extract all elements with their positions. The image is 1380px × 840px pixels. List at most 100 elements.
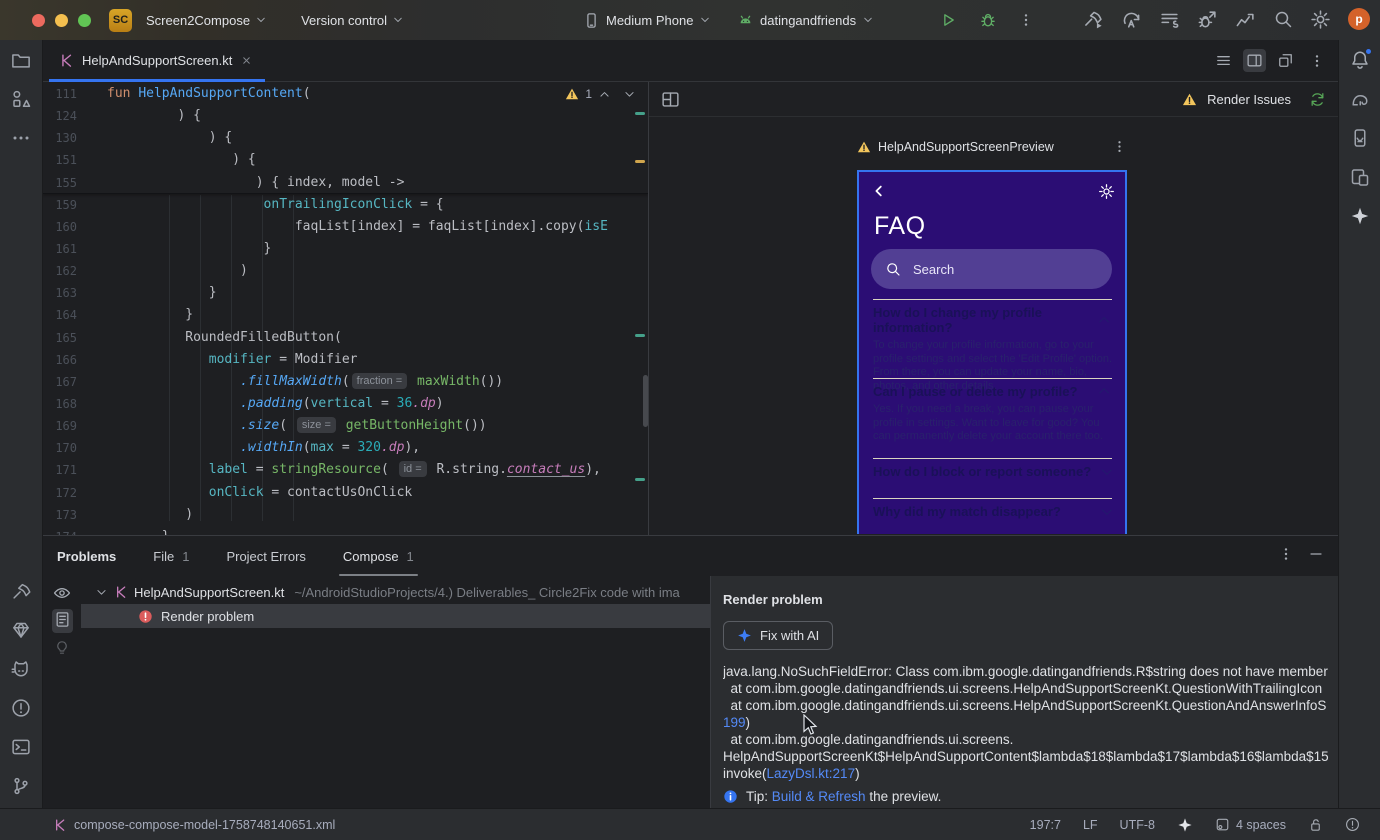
project-folder-icon[interactable]	[11, 50, 31, 70]
code-line[interactable]: 111 fun HelpAndSupportContent(	[43, 83, 648, 105]
inspections-status-icon[interactable]	[1345, 817, 1360, 832]
render-issues-label[interactable]: Render Issues	[1207, 92, 1291, 107]
code-editor[interactable]: 111 fun HelpAndSupportContent(124 ) {130 …	[43, 83, 648, 535]
code-line[interactable]: 162 )	[43, 260, 648, 282]
panel-options-icon[interactable]	[1278, 546, 1294, 562]
build-icon[interactable]	[11, 581, 31, 601]
render-problem-row[interactable]: Render problem	[81, 604, 710, 628]
device-selector[interactable]: Medium Phone	[583, 12, 711, 29]
code-line[interactable]: 130 ) {	[43, 127, 648, 149]
search-everywhere-icon[interactable]	[1273, 9, 1293, 29]
preview-layout-icon[interactable]	[661, 90, 680, 109]
terminal-icon[interactable]	[11, 737, 31, 757]
float-window-icon[interactable]	[1274, 49, 1297, 72]
ai-status-sparkle-icon[interactable]	[1177, 817, 1193, 833]
code-line[interactable]: 159 onTrailingIconClick = {	[43, 194, 648, 216]
code-line[interactable]: 163 }	[43, 282, 648, 304]
project-menu[interactable]: Screen2Compose	[146, 13, 267, 28]
indent-setting[interactable]: 4 spaces	[1215, 817, 1286, 832]
code-line[interactable]: 172 onClick = contactUsOnClick	[43, 482, 648, 504]
profiler-icon[interactable]	[1235, 9, 1256, 30]
fix-with-ai-button[interactable]: Fix with AI	[723, 621, 834, 650]
editor-view-actions	[1212, 49, 1328, 72]
debug-button[interactable]	[976, 8, 1000, 32]
git-branch-icon[interactable]	[11, 776, 31, 796]
refresh-preview-icon[interactable]	[1309, 91, 1326, 108]
build-hammer-icon[interactable]	[1083, 9, 1104, 30]
code-line[interactable]: 151 ) {	[43, 149, 648, 171]
preview-canvas[interactable]: HelpAndSupportScreenPreview FAQ Search H…	[649, 117, 1338, 534]
tab-project-errors[interactable]: Project Errors	[226, 536, 305, 576]
inspection-widget[interactable]: 1	[563, 87, 638, 101]
code-line[interactable]: 155 ) { index, model ->	[43, 172, 648, 194]
app-quality-insights-icon[interactable]	[11, 620, 31, 640]
user-avatar[interactable]: p	[1348, 8, 1370, 30]
caret-position[interactable]: 197:7	[1030, 818, 1061, 832]
trace-link[interactable]: 199	[723, 715, 746, 730]
vcs-menu[interactable]: Version control	[301, 13, 404, 28]
code-line[interactable]: 168 .padding(vertical = 36.dp)	[43, 393, 648, 415]
status-file[interactable]: compose-compose-model-1758748140651.xml	[53, 818, 335, 832]
device-manager-icon[interactable]	[1350, 128, 1370, 148]
resource-manager-icon[interactable]	[11, 89, 31, 109]
line-number: 130	[55, 131, 77, 146]
code-line[interactable]: 169 .size( size = getButtonHeight())	[43, 415, 648, 437]
apply-changes-icon[interactable]	[1121, 9, 1142, 30]
phone-preview[interactable]: FAQ Search How do I change my profile in…	[857, 170, 1127, 534]
logcat-icon[interactable]	[11, 659, 31, 679]
code-line[interactable]: 166 modifier = Modifier	[43, 349, 648, 371]
code-line[interactable]: 171 label = stringResource( id = R.strin…	[43, 459, 648, 481]
task-list-icon[interactable]	[1159, 9, 1180, 30]
problem-file-row[interactable]: HelpAndSupportScreen.kt ~/AndroidStudioP…	[81, 580, 710, 604]
more-vertical-icon[interactable]	[1305, 49, 1328, 72]
minimize-window-button[interactable]	[55, 13, 68, 27]
run-configuration-selector[interactable]: datingandfriends	[737, 12, 874, 29]
line-number: 165	[55, 330, 77, 345]
problems-tree: HelpAndSupportScreen.kt ~/AndroidStudioP…	[81, 576, 710, 808]
debug-bug-icon	[979, 11, 997, 29]
preview-details-icon[interactable]	[51, 609, 73, 633]
previous-issue-icon[interactable]	[598, 88, 611, 101]
notifications-bell-icon[interactable]	[1350, 48, 1372, 70]
close-window-button[interactable]	[32, 13, 45, 27]
attach-debugger-icon[interactable]	[1197, 9, 1218, 30]
code-line[interactable]: 160 faqList[index] = faqList[index].copy…	[43, 216, 648, 238]
view-options-eye-icon[interactable]	[53, 584, 71, 602]
more-run-options-button[interactable]	[1014, 8, 1038, 32]
running-devices-icon[interactable]	[1350, 167, 1370, 187]
code-line[interactable]: 170 .widthIn(max = 320.dp),	[43, 437, 648, 459]
chevron-down-icon	[1101, 465, 1112, 476]
problems-icon[interactable]	[11, 698, 31, 718]
code-line[interactable]: 165 RoundedFilledButton(	[43, 327, 648, 349]
file-encoding[interactable]: UTF-8	[1120, 818, 1155, 832]
lock-open-icon[interactable]	[1308, 817, 1323, 832]
file-structure-icon[interactable]	[1212, 49, 1235, 72]
build-refresh-link[interactable]: Build & Refresh	[772, 789, 866, 804]
close-tab-icon[interactable]	[240, 54, 253, 67]
settings-gear-icon[interactable]	[1310, 9, 1331, 30]
code-line[interactable]: 161 }	[43, 238, 648, 260]
tab-problems[interactable]: Problems	[57, 536, 116, 576]
code-line[interactable]: 164 }	[43, 304, 648, 326]
tab-helpandsupportscreen[interactable]: HelpAndSupportScreen.kt	[49, 40, 266, 82]
quick-fix-bulb-icon[interactable]	[54, 640, 70, 656]
run-button[interactable]	[936, 8, 960, 32]
faq-item: Can I pause or delete my profile? Yes. If…	[873, 378, 1112, 458]
next-issue-icon[interactable]	[623, 88, 636, 101]
zoom-window-button[interactable]	[78, 13, 91, 27]
preview-options-icon[interactable]	[1112, 139, 1127, 154]
hide-panel-icon[interactable]	[1308, 546, 1324, 562]
code-line[interactable]: 124 ) {	[43, 105, 648, 127]
code-line[interactable]: 173 )	[43, 504, 648, 526]
code-line[interactable]: 167 .fillMaxWidth(fraction = maxWidth())	[43, 371, 648, 393]
tab-compose[interactable]: Compose 1	[338, 536, 418, 576]
split-editor-icon[interactable]	[1243, 49, 1266, 72]
trace-link[interactable]: LazyDsl.kt:217	[767, 766, 856, 781]
gemini-sparkle-icon[interactable]	[1350, 206, 1370, 226]
line-ending[interactable]: LF	[1083, 818, 1098, 832]
problems-tool-window: Problems File 1 Project Errors Compose 1 Help…	[43, 535, 1338, 808]
tab-file[interactable]: File 1	[153, 536, 189, 576]
gradle-icon[interactable]	[1350, 89, 1370, 109]
code-line[interactable]: 174 }	[43, 526, 648, 535]
more-tool-windows-icon[interactable]	[11, 128, 31, 148]
